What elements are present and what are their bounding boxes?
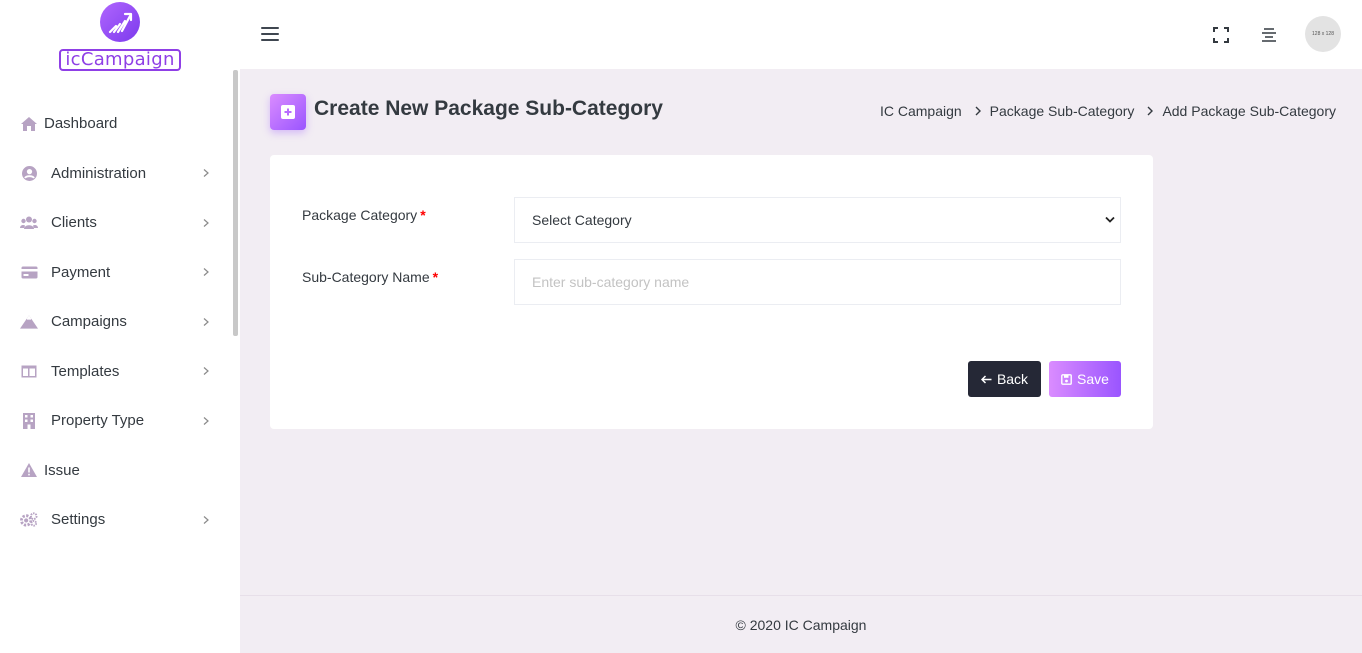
sub-category-name-label: Sub-Category Name *	[302, 269, 438, 285]
avatar[interactable]: 128 x 128	[1305, 16, 1341, 52]
chevron-right-icon	[203, 317, 209, 326]
package-category-select[interactable]: Select Category	[514, 197, 1121, 243]
credit-card-icon	[20, 263, 38, 281]
brand-logo[interactable]: icCampaign	[58, 2, 182, 72]
sidebar: icCampaign Dashboard Administration Clie…	[0, 0, 240, 653]
save-button-label: Save	[1077, 371, 1109, 387]
menu-toggle-icon[interactable]	[261, 27, 279, 41]
breadcrumb-item-package-sub-category[interactable]: Package Sub-Category	[990, 103, 1135, 119]
chevron-right-icon	[203, 169, 209, 178]
gears-icon	[20, 511, 38, 529]
arrow-left-icon	[980, 374, 992, 384]
required-mark: *	[420, 207, 426, 223]
footer: © 2020 IC Campaign	[240, 595, 1362, 653]
breadcrumb: IC Campaign Package Sub-Category Add Pac…	[880, 103, 1336, 119]
chevron-right-icon	[1147, 106, 1154, 116]
sidebar-item-label: Property Type	[51, 412, 145, 430]
required-mark: *	[432, 269, 439, 285]
form-card: Package Category * Select Category Sub-Ca…	[270, 155, 1153, 429]
top-header: 128 x 128	[240, 0, 1362, 69]
logo-text: icCampaign	[59, 49, 181, 71]
chevron-right-icon	[975, 106, 981, 116]
back-button-label: Back	[996, 371, 1029, 387]
sub-category-name-input[interactable]: Enter sub-category name	[514, 259, 1121, 305]
sidebar-item-administration[interactable]: Administration	[0, 149, 232, 199]
chevron-down-icon	[1105, 216, 1115, 223]
sub-category-name-placeholder: Enter sub-category name	[532, 274, 690, 290]
package-category-value: Select Category	[532, 212, 632, 228]
chevron-right-icon	[203, 515, 209, 524]
floppy-disk-icon	[1061, 373, 1072, 385]
copyright-text: © 2020 IC Campaign	[735, 616, 867, 633]
sidebar-item-settings[interactable]: Settings	[0, 495, 232, 545]
layout-icon	[20, 362, 38, 380]
chevron-right-icon	[203, 367, 209, 376]
home-icon	[20, 115, 38, 133]
warning-icon	[20, 461, 38, 479]
plus-square-icon	[270, 94, 306, 130]
sidebar-item-label: Payment	[51, 263, 111, 281]
sidebar-item-property-type[interactable]: Property Type	[0, 396, 232, 446]
chevron-right-icon	[203, 416, 209, 425]
sidebar-item-dashboard[interactable]: Dashboard	[0, 99, 232, 149]
package-category-label-text: Package Category	[302, 207, 418, 223]
sidebar-item-label: Administration	[51, 164, 147, 182]
back-button[interactable]: Back	[968, 361, 1041, 397]
logo-mark-icon	[100, 2, 140, 42]
sidebar-item-label: Dashboard	[44, 115, 118, 133]
user-circle-icon	[20, 164, 38, 182]
sidebar-item-label: Settings	[51, 511, 106, 529]
sidebar-scrollbar[interactable]	[233, 70, 238, 336]
package-category-label: Package Category *	[302, 207, 426, 223]
sidebar-item-clients[interactable]: Clients	[0, 198, 232, 248]
chevron-right-icon	[203, 218, 209, 227]
breadcrumb-item-current: Add Package Sub-Category	[1162, 103, 1336, 119]
sub-category-name-label-text: Sub-Category Name	[302, 269, 430, 285]
sidebar-nav: Dashboard Administration Clients Payment	[0, 99, 232, 545]
align-center-icon[interactable]	[1260, 26, 1278, 44]
sidebar-item-label: Issue	[44, 461, 80, 479]
users-icon	[20, 214, 38, 232]
sidebar-item-payment[interactable]: Payment	[0, 248, 232, 298]
page-title: Create New Package Sub-Category	[314, 97, 663, 120]
breadcrumb-item-home[interactable]: IC Campaign	[880, 103, 962, 119]
main-content: Create New Package Sub-Category IC Campa…	[240, 69, 1362, 595]
sidebar-item-label: Clients	[51, 214, 97, 232]
sidebar-item-label: Campaigns	[51, 313, 127, 331]
sidebar-item-label: Templates	[51, 362, 120, 380]
chevron-right-icon	[203, 268, 209, 277]
mountain-icon	[20, 313, 38, 331]
save-button[interactable]: Save	[1049, 361, 1121, 397]
fullscreen-icon[interactable]	[1212, 26, 1230, 44]
building-icon	[20, 412, 38, 430]
sidebar-item-campaigns[interactable]: Campaigns	[0, 297, 232, 347]
sidebar-item-issue[interactable]: Issue	[0, 446, 232, 496]
sidebar-item-templates[interactable]: Templates	[0, 347, 232, 397]
